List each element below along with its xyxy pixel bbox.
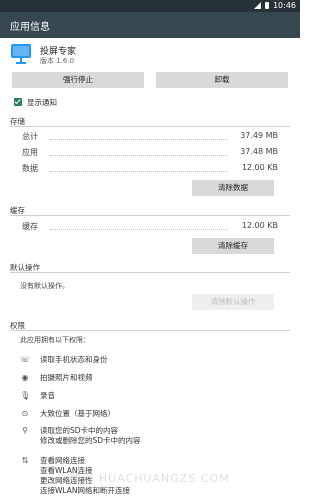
permissions-divider (10, 330, 290, 331)
show-notifications-row[interactable]: 显示通知 (14, 96, 57, 108)
watermark: 华创 HUACHUANGZS.COM (70, 472, 230, 485)
storage-row-app: 应用 37.48 MB (22, 147, 278, 157)
app-icon (11, 44, 31, 64)
signal-icon (253, 2, 261, 9)
camera-icon: ◉ (21, 373, 29, 382)
status-bar: 10:46 (0, 0, 300, 12)
show-notifications-checkbox[interactable] (14, 98, 22, 106)
clear-cache-button[interactable]: 清除缓存 (192, 238, 274, 254)
microphone-icon: 🎙 (20, 391, 31, 400)
force-stop-button[interactable]: 强行停止 (12, 72, 144, 88)
show-notifications-label: 显示通知 (27, 97, 57, 107)
clear-defaults-button[interactable]: 清除默认操作 (192, 294, 274, 310)
storage-divider (10, 126, 290, 127)
app-bar: 应用信息 (0, 12, 300, 38)
app-version: 版本 1.6.0 (40, 57, 75, 65)
wifi-icon: ⇅ (21, 456, 29, 465)
storage-row-data: 数据 12.00 KB (22, 163, 278, 173)
permissions-intro: 此应用拥有以下权限： (20, 336, 90, 344)
page-title: 应用信息 (10, 22, 50, 33)
app-header: 投屏专家 版本 1.6.0 (10, 42, 290, 72)
phone-icon: ☏ (20, 355, 31, 364)
status-time: 10:46 (272, 1, 296, 10)
usb-icon: ⚲ (22, 426, 28, 435)
battery-icon (264, 2, 269, 9)
defaults-divider (10, 272, 290, 273)
clear-data-button[interactable]: 清除数据 (192, 180, 274, 196)
no-defaults-text: 没有默认操作。 (20, 282, 69, 290)
cache-row: 缓存 12.00 KB (22, 221, 278, 231)
storage-row-total: 总计 37.49 MB (22, 131, 278, 141)
cache-divider (10, 215, 290, 216)
uninstall-button[interactable]: 卸载 (156, 72, 288, 88)
location-icon: ⊙ (21, 409, 29, 418)
